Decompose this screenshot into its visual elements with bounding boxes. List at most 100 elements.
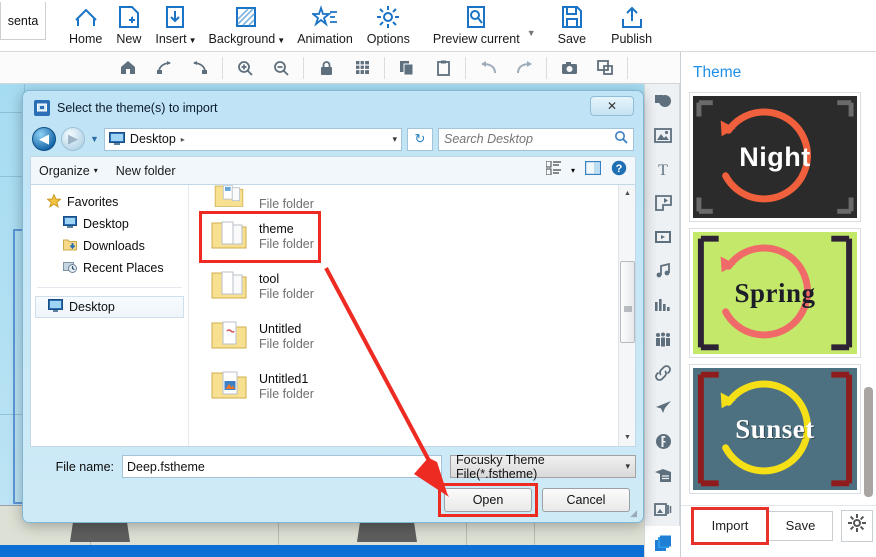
file-list-scrollbar[interactable]: ▲ ▼ (618, 185, 635, 446)
address-bar[interactable]: Desktop ▸ ▾ (103, 127, 402, 151)
layers-stack-icon[interactable] (645, 526, 681, 557)
new-page-icon (118, 2, 140, 32)
list-item[interactable]: tool File folder (189, 261, 635, 311)
file-open-dialog[interactable]: Select the theme(s) to import ✕ ◀ ▶ ▼ De… (22, 90, 644, 523)
file-type: File folder (259, 336, 314, 351)
flash-icon[interactable] (645, 424, 681, 458)
chevron-down-icon[interactable]: ▼ (277, 36, 285, 45)
ribbon-item-save[interactable]: Save (536, 0, 594, 52)
save-theme-button[interactable]: Save (769, 510, 833, 541)
ribbon-item-animation[interactable]: Animation (290, 0, 360, 52)
search-input[interactable] (444, 132, 614, 146)
chevron-down-icon[interactable]: ▾ (432, 461, 437, 472)
gallery-icon[interactable] (645, 492, 681, 526)
toolbar-camera-button[interactable] (551, 53, 587, 83)
ribbon-item-background[interactable]: Background ▼ (202, 0, 291, 52)
chevron-down-icon[interactable]: ▾ (571, 166, 575, 175)
dialog-navigation-pane[interactable]: Favorites Desktop Downloads Recent Place… (31, 185, 189, 446)
ribbon-item-insert[interactable]: Insert ▼ (148, 0, 201, 52)
chevron-down-icon[interactable]: ▾ (625, 461, 630, 472)
theme-card-night[interactable]: Night (689, 92, 861, 222)
list-item[interactable]: theme File folder (189, 211, 635, 261)
folder-docs-icon (211, 185, 247, 213)
theme-list-scrollbar[interactable] (864, 92, 873, 512)
gear-icon (376, 2, 400, 32)
video-icon[interactable] (645, 220, 681, 254)
text-icon[interactable]: T (645, 152, 681, 186)
file-type: File folder (259, 197, 314, 211)
back-arrow-icon[interactable]: ◀ (32, 127, 56, 151)
list-item[interactable]: Untitled File folder (189, 311, 635, 361)
shape-icon[interactable] (645, 84, 681, 118)
toolbar-redo-button[interactable] (506, 53, 542, 83)
toolbar-undo-path-button[interactable] (182, 53, 218, 83)
link-icon[interactable] (645, 356, 681, 390)
ribbon-item-preview-current[interactable]: Preview current (417, 0, 527, 52)
ribbon-item-options[interactable]: Options (360, 0, 417, 52)
toolbar-paste-button[interactable] (425, 53, 461, 83)
note-icon[interactable] (645, 458, 681, 492)
chart-icon[interactable] (645, 288, 681, 322)
dialog-title-bar: Select the theme(s) to import ✕ (26, 94, 640, 122)
image-icon[interactable] (645, 118, 681, 152)
dialog-button-row: Open Cancel (26, 483, 630, 517)
theme-settings-button[interactable] (841, 509, 873, 542)
plane-icon[interactable] (645, 390, 681, 424)
toolbar-divider (222, 56, 223, 79)
toolbar-grid-button[interactable] (344, 53, 380, 83)
list-item[interactable]: File folder (189, 185, 635, 211)
cancel-button[interactable]: Cancel (542, 488, 630, 512)
organize-menu[interactable]: Organize ▾ (39, 164, 98, 178)
toolbar-undo-button[interactable] (470, 53, 506, 83)
toolbar-home-button[interactable] (110, 53, 146, 83)
navpane-divider (37, 287, 182, 288)
theme-card-spring[interactable]: Spring (689, 228, 861, 358)
ribbon-item-publish[interactable]: Publish (593, 0, 659, 52)
chevron-down-icon[interactable]: ▼ (189, 36, 197, 45)
scrollbar-thumb[interactable] (620, 261, 635, 343)
help-icon[interactable]: ? (611, 160, 627, 181)
toolbar-duplicate-button[interactable] (587, 53, 623, 83)
view-list-icon[interactable] (545, 160, 561, 180)
ribbon-label-options: Options (366, 32, 410, 46)
close-icon[interactable]: ✕ (590, 96, 634, 116)
scroll-down-icon[interactable]: ▼ (619, 429, 635, 446)
navpane-group-favorites[interactable]: Favorites (31, 191, 188, 213)
preview-options-caret-icon[interactable]: ▼ (527, 28, 536, 38)
chevron-down-icon[interactable]: ▾ (392, 134, 397, 145)
toolbar-redo-path-button[interactable] (146, 53, 182, 83)
navpane-item-desktop-root[interactable]: Desktop (35, 296, 184, 318)
resize-grip-icon[interactable]: ◢ (630, 508, 637, 519)
theme-card-sunset[interactable]: Sunset (689, 364, 861, 494)
navpane-item-desktop[interactable]: Desktop (31, 213, 188, 235)
toolbar-copy-button[interactable] (389, 53, 425, 83)
people-icon[interactable] (645, 322, 681, 356)
filename-input[interactable]: Deep.fstheme ▾ (122, 455, 442, 478)
refresh-icon[interactable]: ↻ (407, 127, 433, 151)
forward-arrow-icon[interactable]: ▶ (61, 127, 85, 151)
navpane-item-recent-places[interactable]: Recent Places (31, 257, 188, 279)
document-tab[interactable]: senta (0, 2, 46, 40)
import-button[interactable]: Import (691, 506, 769, 545)
ribbon-item-home[interactable]: Home (62, 0, 109, 52)
scroll-up-icon[interactable]: ▲ (619, 185, 635, 202)
new-folder-button[interactable]: New folder (116, 164, 176, 178)
navpane-item-downloads[interactable]: Downloads (31, 235, 188, 257)
toolbar-zoom-in-button[interactable] (227, 53, 263, 83)
music-icon[interactable] (645, 254, 681, 288)
ribbon-item-new[interactable]: New (109, 0, 148, 52)
file-list[interactable]: File folder theme File folder tool File … (189, 185, 635, 446)
flag-icon[interactable] (645, 186, 681, 220)
toolbar-lock-button[interactable] (308, 53, 344, 83)
file-name: theme (259, 221, 294, 236)
list-item[interactable]: Untitled1 File folder (189, 361, 635, 411)
filetype-select[interactable]: Focusky Theme File(*.fstheme) ▾ (450, 453, 636, 481)
theme-list[interactable]: Night Spring Sunset (681, 92, 876, 512)
open-button[interactable]: Open (444, 488, 532, 512)
preview-pane-icon[interactable] (584, 160, 602, 180)
search-box[interactable] (438, 127, 634, 151)
theme-thumbnail-night: Night (693, 96, 857, 218)
toolbar-zoom-out-button[interactable] (263, 53, 299, 83)
history-dropdown-icon[interactable]: ▼ (90, 134, 99, 144)
scrollbar-thumb[interactable] (864, 387, 873, 497)
